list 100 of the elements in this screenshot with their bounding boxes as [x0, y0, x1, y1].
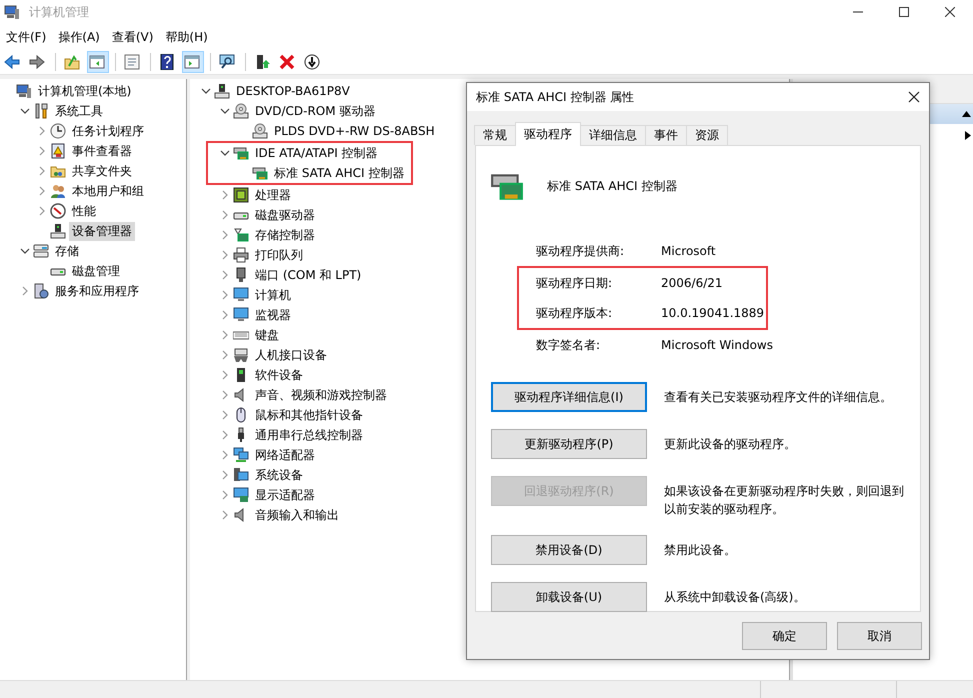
property-label: 驱动程序版本: [536, 304, 614, 322]
tab[interactable]: 常规 [474, 125, 516, 145]
property-label: 驱动程序提供商: [536, 242, 626, 260]
tree-item[interactable]: 监视器 [252, 306, 294, 324]
computer-icon [4, 4, 20, 20]
printer-icon [233, 247, 249, 263]
property-value: Microsoft Windows [661, 338, 773, 352]
properties-icon [124, 54, 140, 70]
close-icon [908, 91, 920, 103]
storage-card-icon [233, 227, 249, 243]
clock-icon [50, 123, 66, 139]
tree-item[interactable]: 计算机管理(本地) [35, 82, 134, 100]
tree-item[interactable]: 计算机 [252, 286, 294, 304]
menu-item[interactable]: 操作(A) [54, 26, 108, 48]
system-icon [233, 467, 249, 483]
tree-item[interactable]: IDE ATA/ATAPI 控制器 [252, 144, 381, 162]
tree-item[interactable]: 任务计划程序 [69, 122, 147, 140]
tree-item[interactable]: 网络适配器 [252, 446, 318, 464]
tree-item[interactable]: PLDS DVD+-RW DS-8ABSH [271, 123, 438, 139]
property-value: 2006/6/21 [661, 276, 723, 290]
tree-item[interactable]: 系统设备 [252, 466, 306, 484]
dialog-button[interactable]: 确定 [742, 622, 827, 650]
window-title: 计算机管理 [29, 4, 89, 20]
tree-item[interactable]: DESKTOP-BA61P8V [233, 83, 353, 99]
action-button[interactable]: 禁用设备(D) [491, 535, 647, 565]
tree-item[interactable]: 存储 [52, 242, 82, 260]
download-icon [304, 54, 320, 70]
tree-item[interactable]: 本地用户和组 [69, 182, 147, 200]
tree-item[interactable]: 声音、视频和游戏控制器 [252, 386, 390, 404]
device-icon [50, 223, 66, 239]
device-name: 标准 SATA AHCI 控制器 [547, 178, 678, 194]
action-description: 禁用此设备。 [664, 542, 737, 559]
gamepad-icon [233, 347, 249, 363]
tree-item[interactable]: 共享文件夹 [69, 162, 135, 180]
maximize-icon [899, 7, 909, 17]
tree-item[interactable]: 处理器 [252, 186, 294, 204]
tree-item[interactable]: 性能 [69, 202, 99, 220]
property-label: 驱动程序日期: [536, 274, 614, 292]
delete-icon [278, 54, 294, 70]
action-button[interactable]: 驱动程序详细信息(I) [491, 382, 647, 412]
action-button[interactable]: 卸载设备(U) [491, 582, 647, 612]
disc-drive-icon [252, 123, 268, 139]
scan-icon [218, 54, 234, 70]
log-icon [50, 143, 66, 159]
tree-item[interactable]: 事件查看器 [69, 142, 135, 160]
action-description: 如果该设备在更新驱动程序时失败，则回退到以前安装的驱动程序。 [664, 483, 904, 518]
card-icon [233, 145, 249, 161]
tree-item[interactable]: 磁盘管理 [69, 262, 123, 280]
property-value: 10.0.19041.1889 [661, 306, 764, 320]
menu-item[interactable]: 查看(V) [108, 26, 162, 48]
device-icon [214, 83, 230, 99]
tree-item[interactable]: 设备管理器 [69, 222, 135, 240]
tree-item[interactable]: 人机接口设备 [252, 346, 330, 364]
chip-icon [233, 187, 249, 203]
tree-item[interactable]: 音频输入和输出 [252, 506, 342, 524]
action-pane-icon [184, 54, 200, 70]
monitor-icon [233, 287, 249, 303]
tree-item[interactable]: 键盘 [252, 326, 282, 344]
server-icon [33, 283, 49, 299]
network-icon [233, 447, 249, 463]
users-icon [50, 183, 66, 199]
action-description: 从系统中卸载设备(高级)。 [664, 589, 806, 606]
dialog-button[interactable]: 取消 [837, 622, 922, 650]
tree-item[interactable]: 通用串行总线控制器 [252, 426, 366, 444]
tree-item[interactable]: 显示适配器 [252, 486, 318, 504]
gauge-icon [50, 203, 66, 219]
tree-item[interactable]: 端口 (COM 和 LPT) [252, 266, 364, 284]
display-card-icon [233, 487, 249, 503]
tree-item[interactable]: 磁盘驱动器 [252, 206, 318, 224]
tree-item[interactable]: 软件设备 [252, 366, 306, 384]
property-value: Microsoft [661, 244, 716, 258]
help-icon [158, 54, 174, 70]
property-label: 数字签名者: [536, 336, 602, 354]
tree-item[interactable]: 打印队列 [252, 246, 306, 264]
menu-item[interactable]: 帮助(H) [161, 26, 216, 48]
menu-item[interactable]: 文件(F) [2, 26, 54, 48]
tree-item[interactable]: 服务和应用程序 [52, 282, 142, 300]
tab[interactable]: 驱动程序 [515, 122, 581, 146]
monitor-icon [233, 307, 249, 323]
tree-item[interactable]: 鼠标和其他指针设备 [252, 406, 366, 424]
dialog-title: 标准 SATA AHCI 控制器 属性 [476, 88, 634, 106]
storage-icon [33, 243, 49, 259]
tree-pane-icon [88, 54, 104, 70]
forward-icon [28, 54, 44, 70]
disc-drive-icon [233, 103, 249, 119]
tree-item[interactable]: 标准 SATA AHCI 控制器 [271, 164, 408, 182]
up-folder-icon [64, 54, 80, 70]
tree-item[interactable]: DVD/CD-ROM 驱动器 [252, 102, 378, 120]
submenu-arrow-icon[interactable] [965, 130, 971, 140]
tab[interactable]: 资源 [686, 125, 728, 145]
card-icon [252, 165, 268, 181]
collapse-icon[interactable] [962, 111, 971, 117]
action-description: 更新此设备的驱动程序。 [664, 436, 797, 453]
close-icon [945, 7, 955, 17]
tree-item[interactable]: 存储控制器 [252, 226, 318, 244]
action-description: 查看有关已安装驱动程序文件的详细信息。 [664, 389, 893, 406]
tree-item[interactable]: 系统工具 [52, 102, 106, 120]
action-button[interactable]: 更新驱动程序(P) [491, 429, 647, 459]
back-icon [4, 54, 20, 70]
computer-icon [16, 83, 32, 99]
